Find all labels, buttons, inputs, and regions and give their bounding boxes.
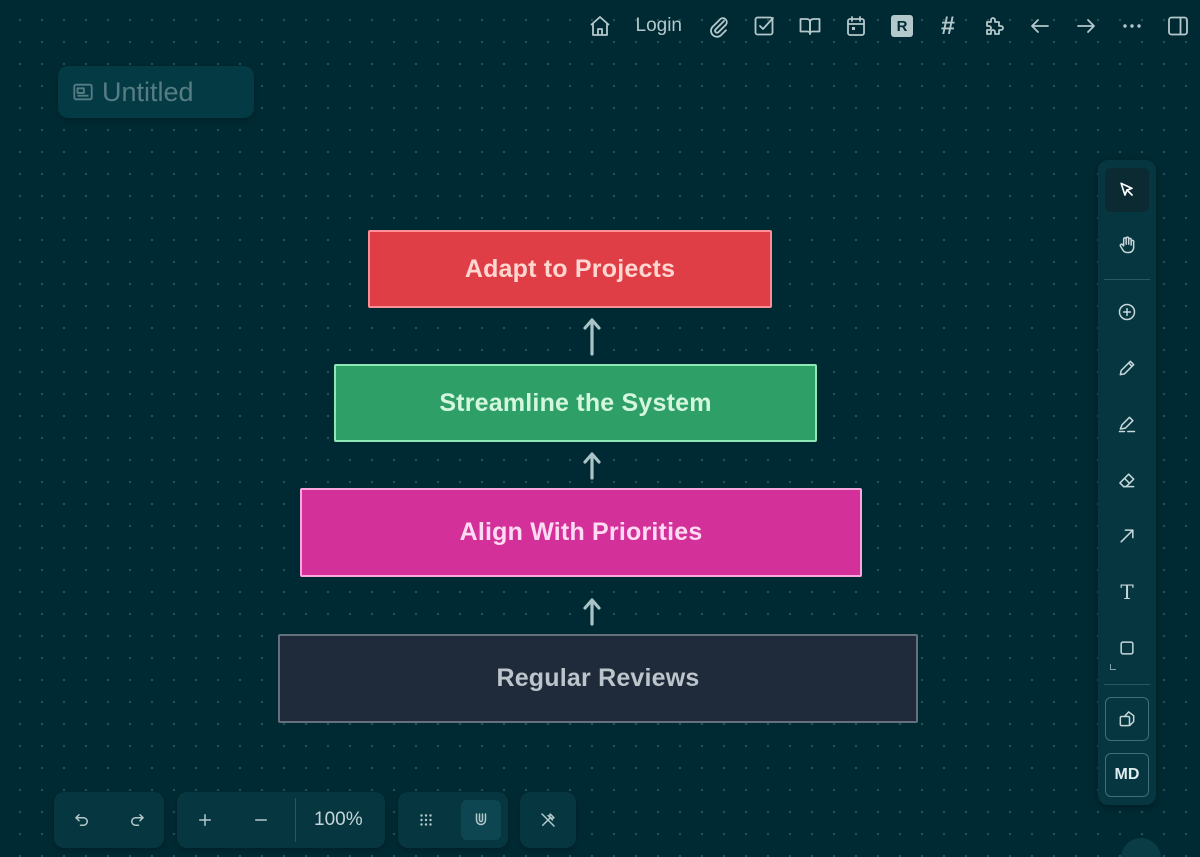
history-controls bbox=[54, 792, 164, 848]
hash-icon[interactable]: # bbox=[930, 8, 966, 44]
tools-off-icon[interactable] bbox=[528, 800, 568, 840]
document-title[interactable]: Untitled bbox=[58, 66, 254, 118]
markdown-tool[interactable]: MD bbox=[1105, 753, 1149, 797]
arrow-right-icon[interactable] bbox=[1068, 8, 1104, 44]
add-tool[interactable] bbox=[1105, 290, 1149, 334]
snap-controls bbox=[398, 792, 508, 848]
checkbox-icon[interactable] bbox=[746, 8, 782, 44]
canvas-doc-icon bbox=[72, 81, 94, 103]
tool-separator bbox=[1104, 684, 1150, 685]
diagram-arrow-3 bbox=[583, 598, 601, 626]
corner-marker bbox=[1110, 664, 1116, 670]
tools-toggle-group bbox=[520, 792, 576, 848]
login-button[interactable]: Login bbox=[632, 8, 687, 44]
select-tool[interactable] bbox=[1105, 168, 1149, 212]
magnet-icon[interactable] bbox=[460, 800, 501, 840]
puzzle-icon[interactable] bbox=[976, 8, 1012, 44]
tool-panel: T MD bbox=[1098, 160, 1156, 805]
pen-tool[interactable] bbox=[1105, 346, 1149, 390]
arrow-left-icon[interactable] bbox=[1022, 8, 1058, 44]
undo-icon[interactable] bbox=[62, 800, 102, 840]
r-badge: R bbox=[891, 15, 913, 37]
eraser-tool[interactable] bbox=[1105, 458, 1149, 502]
sidebar-toggle-icon[interactable] bbox=[1160, 8, 1196, 44]
arrow-tool[interactable] bbox=[1105, 514, 1149, 558]
diagram-box-regular-reviews[interactable]: Regular Reviews bbox=[278, 634, 918, 723]
book-icon[interactable] bbox=[792, 8, 828, 44]
home-icon[interactable] bbox=[582, 8, 618, 44]
more-icon[interactable] bbox=[1114, 8, 1150, 44]
zoom-controls: 100% bbox=[177, 792, 385, 848]
attachment-icon[interactable] bbox=[700, 8, 736, 44]
diagram-box-streamline-the-system[interactable]: Streamline the System bbox=[334, 364, 817, 442]
diagram-arrow-2 bbox=[583, 452, 601, 480]
zoom-in-icon[interactable] bbox=[185, 800, 225, 840]
diagram-arrow-1 bbox=[583, 318, 601, 356]
grid-dots-icon[interactable] bbox=[406, 800, 446, 840]
r-icon[interactable]: R bbox=[884, 8, 920, 44]
top-toolbar: Login R # bbox=[572, 8, 1200, 44]
hand-tool[interactable] bbox=[1105, 223, 1149, 267]
help-peek-button[interactable] bbox=[1121, 838, 1161, 857]
shapes-tool[interactable] bbox=[1105, 697, 1149, 741]
document-title-text: Untitled bbox=[102, 76, 194, 107]
highlighter-tool[interactable] bbox=[1105, 402, 1149, 446]
diagram-box-align-with-priorities[interactable]: Align With Priorities bbox=[300, 488, 862, 577]
zoom-level[interactable]: 100% bbox=[296, 809, 381, 831]
redo-icon[interactable] bbox=[117, 800, 157, 840]
text-tool[interactable]: T bbox=[1105, 570, 1149, 614]
tool-separator bbox=[1104, 279, 1150, 280]
calendar-icon[interactable] bbox=[838, 8, 874, 44]
zoom-out-icon[interactable] bbox=[241, 800, 281, 840]
diagram-box-adapt-to-projects[interactable]: Adapt to Projects bbox=[368, 230, 772, 308]
